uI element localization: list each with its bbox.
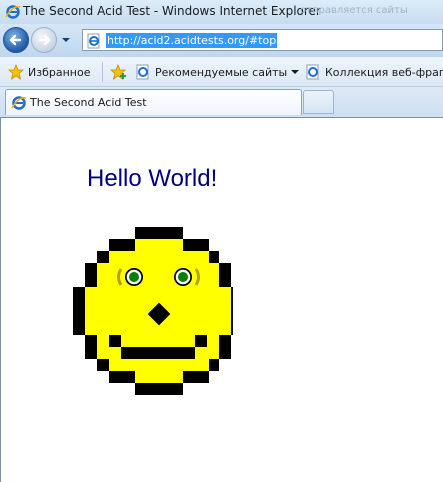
ie-page-icon (11, 96, 27, 110)
smiley-face (73, 227, 233, 395)
url-text[interactable]: http://acid2.acidtests.org/#top (106, 33, 278, 48)
star-plus-icon (110, 64, 127, 80)
tab-label: The Second Acid Test (30, 96, 147, 109)
forward-arrow-icon (38, 34, 51, 46)
suggested-sites-label: Рекомендуемые сайты (155, 65, 288, 79)
background-text: отправляется сайты (300, 5, 408, 16)
add-favorite-button[interactable] (110, 64, 128, 80)
ie-logo-icon (5, 5, 21, 19)
ie-page-icon (87, 33, 100, 49)
star-icon (8, 64, 24, 80)
web-slice-gallery-button[interactable]: Коллекция веб-фрагм (305, 64, 443, 80)
forward-button[interactable] (31, 27, 57, 53)
chevron-down-icon[interactable] (60, 33, 72, 47)
tab-active[interactable]: The Second Acid Test (5, 89, 302, 115)
ie-page-icon (306, 64, 319, 80)
suggested-sites-button[interactable]: Рекомендуемые сайты (135, 64, 300, 80)
title-bar: The Second Acid Test - Windows Internet … (0, 0, 443, 24)
ie-page-icon (136, 64, 149, 80)
new-tab-button[interactable] (303, 90, 334, 114)
favorites-bar: Избранное Рекомендуемые сайты Коллекция … (0, 57, 443, 87)
favorites-label: Избранное (28, 65, 91, 79)
separator (102, 62, 103, 82)
web-slice-gallery-label: Коллекция веб-фрагм (325, 65, 443, 79)
navigation-bar: http://acid2.acidtests.org/#top (0, 24, 443, 57)
page-content: Hello World! (0, 117, 443, 482)
favorites-button[interactable]: Избранное (8, 64, 90, 80)
tab-bar: The Second Acid Test (0, 87, 443, 117)
back-arrow-icon (9, 34, 22, 46)
window-title: The Second Acid Test - Windows Internet … (23, 4, 321, 18)
address-field[interactable]: http://acid2.acidtests.org/#top (82, 29, 443, 51)
hello-heading: Hello World! (87, 165, 218, 192)
chevron-down-icon (291, 70, 300, 74)
back-button[interactable] (3, 27, 29, 53)
